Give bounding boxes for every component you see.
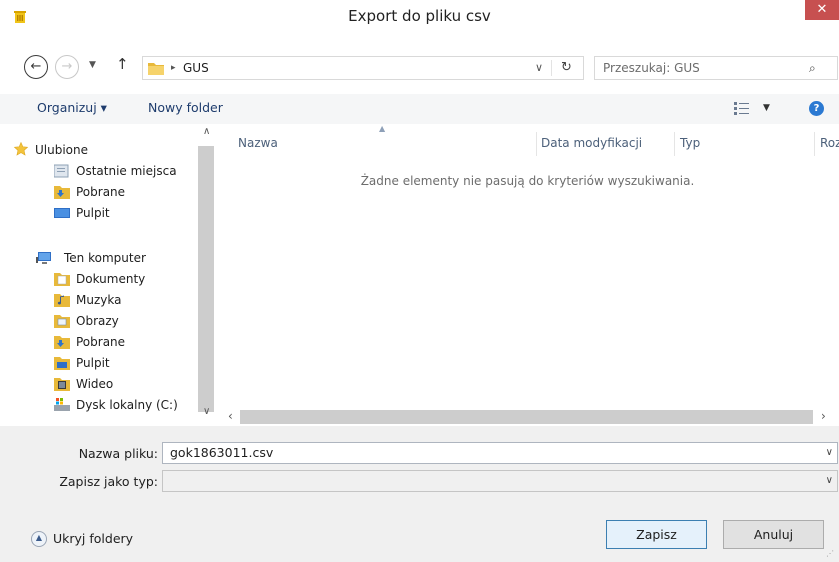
- breadcrumb-separator-icon: ▸: [171, 63, 176, 73]
- forward-button[interactable]: →: [55, 55, 79, 79]
- sidebar-item-label: Ulubione: [35, 143, 89, 157]
- window-title: Export do pliku csv: [348, 7, 491, 25]
- downloads-folder-icon: [54, 336, 70, 349]
- search-placeholder: Przeszukaj: GUS: [603, 61, 700, 75]
- address-divider: [551, 60, 552, 76]
- scroll-up-icon[interactable]: ∧: [203, 126, 210, 137]
- resize-grip-icon[interactable]: ⋰: [826, 549, 834, 558]
- local-disk-icon: [54, 398, 70, 411]
- help-icon[interactable]: ?: [809, 101, 824, 116]
- trash-app-icon: [14, 11, 26, 23]
- recent-places-icon: [54, 164, 69, 178]
- documents-folder-icon: [54, 273, 70, 286]
- column-header-name[interactable]: Nazwa: [238, 136, 278, 150]
- cancel-button[interactable]: Anuluj: [723, 520, 824, 549]
- sidebar-item-label: Pulpit: [76, 356, 110, 370]
- downloads-folder-icon: [54, 186, 70, 199]
- file-list-horizontal-scrollbar[interactable]: ‹ ›: [216, 408, 839, 426]
- sidebar-item-label: Dysk lokalny (C:): [76, 398, 178, 412]
- command-toolbar: Organizuj ▾ Nowy folder ▼ ?: [0, 94, 839, 124]
- hide-folders-label: Ukryj foldery: [53, 531, 134, 546]
- filename-label: Nazwa pliku:: [78, 446, 158, 461]
- breadcrumb-gus[interactable]: GUS: [183, 57, 209, 79]
- scroll-down-icon[interactable]: ∨: [203, 406, 210, 417]
- file-list[interactable]: ▲ Nazwa Data modyfikacji Typ Roz Żadne e…: [216, 124, 839, 408]
- sidebar-item-label: Muzyka: [76, 293, 122, 307]
- save-button[interactable]: Zapisz: [606, 520, 707, 549]
- sidebar-item-label: Obrazy: [76, 314, 119, 328]
- filename-field[interactable]: gok1863011.csv ∨: [162, 442, 838, 464]
- column-divider[interactable]: [814, 132, 815, 156]
- sidebar-item-label: Ostatnie miejsca: [76, 164, 177, 178]
- scroll-right-icon[interactable]: ›: [821, 409, 826, 423]
- empty-results-message: Żadne elementy nie pasują do kryteriów w…: [360, 174, 695, 188]
- organize-menu-button[interactable]: Organizuj ▾: [37, 94, 107, 122]
- sidebar-item-label: Wideo: [76, 377, 114, 391]
- refresh-button[interactable]: ↻: [561, 57, 572, 79]
- computer-icon: [36, 252, 51, 264]
- address-bar[interactable]: ▸ GUS ∨ ↻: [142, 56, 584, 80]
- scroll-left-icon[interactable]: ‹: [228, 409, 233, 423]
- filename-value[interactable]: gok1863011.csv: [170, 443, 273, 463]
- view-options-icon[interactable]: [734, 102, 750, 115]
- scrollbar-thumb[interactable]: [198, 146, 214, 412]
- music-folder-icon: [54, 294, 70, 307]
- recent-locations-dropdown[interactable]: ▼: [89, 60, 96, 70]
- sidebar-item-label: Ten komputer: [64, 251, 146, 265]
- filetype-dropdown-icon[interactable]: ∨: [826, 471, 833, 491]
- sort-ascending-icon: ▲: [379, 124, 386, 133]
- navigation-pane-scrollbar[interactable]: ∧ ∨: [198, 124, 216, 426]
- column-header-date-modified[interactable]: Data modyfikacji: [541, 136, 642, 150]
- sidebar-item-label: Pulpit: [76, 206, 110, 220]
- navigation-pane: Ulubione Ostatnie miejsca Pobrane Pulpit…: [0, 124, 216, 426]
- view-dropdown-icon[interactable]: ▼: [763, 94, 770, 122]
- filetype-label: Zapisz jako typ:: [59, 474, 158, 489]
- folder-icon: [148, 63, 164, 75]
- title-bar: Export do pliku csv: [0, 0, 839, 30]
- videos-folder-icon: [54, 378, 70, 391]
- column-divider[interactable]: [536, 132, 537, 156]
- filetype-select[interactable]: ∨: [162, 470, 838, 492]
- desktop-icon: [54, 208, 70, 218]
- collapse-up-icon: ▲: [31, 531, 47, 547]
- sidebar-item-label: Dokumenty: [76, 272, 146, 286]
- sidebar-item-label: Pobrane: [76, 335, 126, 349]
- back-button[interactable]: ←: [24, 55, 48, 79]
- sidebar-item-label: Pobrane: [76, 185, 126, 199]
- new-folder-button[interactable]: Nowy folder: [148, 94, 223, 122]
- close-button[interactable]: ✕: [805, 0, 839, 20]
- desktop-folder-icon: [54, 357, 70, 370]
- column-header-size[interactable]: Roz: [820, 136, 839, 150]
- search-input[interactable]: Przeszukaj: GUS ⌕: [594, 56, 838, 80]
- search-icon[interactable]: ⌕: [809, 57, 816, 79]
- filename-dropdown-icon[interactable]: ∨: [826, 443, 833, 463]
- scrollbar-thumb[interactable]: [240, 410, 813, 424]
- address-dropdown-icon[interactable]: ∨: [535, 57, 543, 79]
- pictures-folder-icon: [54, 315, 70, 328]
- column-divider[interactable]: [674, 132, 675, 156]
- column-header-type[interactable]: Typ: [680, 136, 700, 150]
- up-folder-button[interactable]: ↑: [116, 55, 129, 73]
- star-icon: [13, 142, 29, 156]
